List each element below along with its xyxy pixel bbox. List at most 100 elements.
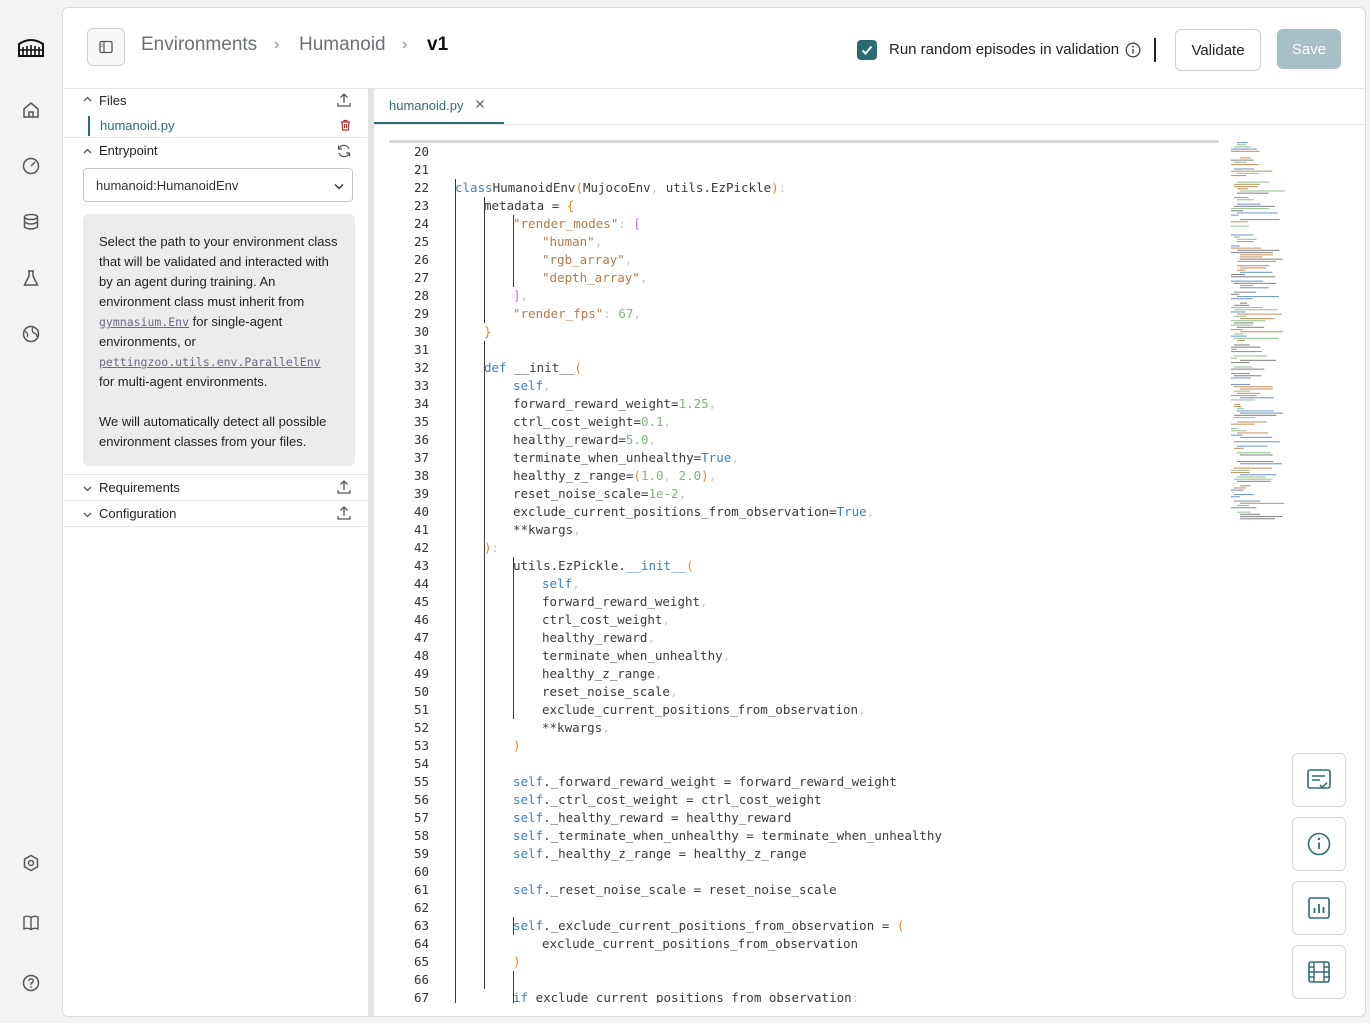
code-minimap[interactable] xyxy=(1223,140,1333,530)
info-icon[interactable] xyxy=(1125,42,1141,63)
minimap-line xyxy=(1240,302,1248,304)
chevron-up-icon[interactable] xyxy=(83,94,92,105)
checklist-icon xyxy=(1307,769,1331,789)
chevron-up-icon[interactable] xyxy=(83,146,92,157)
minimap-line xyxy=(1234,291,1257,293)
minimap-line xyxy=(1237,480,1271,482)
code-line: 40 exclude_current_positions_from_observa… xyxy=(389,503,1219,521)
upload-icon[interactable] xyxy=(336,92,352,111)
minimap-line xyxy=(1234,414,1277,416)
panel-resize-handle[interactable] xyxy=(368,88,374,1016)
file-item[interactable]: humanoid.py xyxy=(88,116,174,136)
minimap-line xyxy=(1234,186,1258,188)
chevron-down-icon[interactable] xyxy=(83,484,92,495)
checklist-button[interactable] xyxy=(1292,753,1346,807)
save-button[interactable]: Save xyxy=(1277,29,1341,69)
minimap-line xyxy=(1237,192,1269,194)
minimap-line xyxy=(1240,412,1284,414)
minimap-line xyxy=(1237,269,1246,271)
settings-hex-icon[interactable] xyxy=(19,851,43,875)
tab-label[interactable]: humanoid.py xyxy=(389,98,463,113)
indent-guide xyxy=(483,341,485,539)
close-icon[interactable] xyxy=(475,97,485,112)
minimap-line xyxy=(1234,487,1246,489)
colosseum-logo-icon[interactable] xyxy=(16,35,46,59)
code-line: 58 self._terminate_when_unhealthy = termi… xyxy=(389,827,1219,845)
minimap-line xyxy=(1234,500,1261,502)
configuration-title[interactable]: Configuration xyxy=(99,506,176,521)
code-text: self, xyxy=(513,378,551,393)
minimap-line xyxy=(1237,326,1265,328)
minimap-line xyxy=(1231,221,1249,223)
code-line: 31 xyxy=(389,341,1219,359)
minimap-line xyxy=(1231,384,1251,386)
divider xyxy=(63,526,367,527)
entrypoint-select[interactable]: humanoid:HumanoidEnv xyxy=(83,168,353,202)
video-button[interactable] xyxy=(1292,945,1346,999)
code-line: 49 healthy_z_range, xyxy=(389,665,1219,683)
minimap-line xyxy=(1231,252,1273,254)
minimap-line xyxy=(1234,197,1249,199)
line-number: 38 xyxy=(413,468,429,483)
home-icon[interactable] xyxy=(19,98,43,122)
minimap-line xyxy=(1234,355,1267,357)
requirements-section[interactable]: Requirements xyxy=(63,475,367,501)
entrypoint-title[interactable]: Entrypoint xyxy=(99,143,158,158)
info-button[interactable] xyxy=(1292,817,1346,871)
minimap-line xyxy=(1231,214,1239,216)
book-icon[interactable] xyxy=(19,911,43,935)
minimap-line xyxy=(1240,397,1274,399)
minimap-line xyxy=(1240,454,1273,456)
minimap-line xyxy=(1237,199,1254,201)
breadcrumb-humanoid[interactable]: Humanoid xyxy=(299,34,386,56)
line-number: 43 xyxy=(413,558,429,573)
minimap-line xyxy=(1237,452,1271,454)
code-text: "render_fps": 67, xyxy=(513,306,641,321)
indent-guide xyxy=(512,917,514,935)
code-line: 38 healthy_z_range=(1.0, 2.0), xyxy=(389,467,1219,485)
metrics-button[interactable] xyxy=(1292,881,1346,935)
database-icon[interactable] xyxy=(19,210,43,234)
line-number: 26 xyxy=(413,252,429,267)
code-text: healthy_reward, xyxy=(542,630,655,645)
random-episodes-checkbox[interactable] xyxy=(857,40,877,60)
flask-icon[interactable] xyxy=(19,266,43,290)
line-number: 36 xyxy=(413,432,429,447)
minimap-line xyxy=(1234,467,1272,469)
minimap-line xyxy=(1231,373,1251,375)
upload-icon[interactable] xyxy=(336,505,352,524)
random-episodes-label[interactable]: Run random episodes in validation xyxy=(889,41,1119,58)
minimap-line xyxy=(1237,476,1266,478)
line-number: 50 xyxy=(413,684,429,699)
breadcrumb-environments[interactable]: Environments xyxy=(141,34,257,56)
help-icon[interactable] xyxy=(19,971,43,995)
tab-humanoid-py[interactable]: humanoid.py xyxy=(374,88,504,124)
gauge-icon[interactable] xyxy=(19,154,43,178)
breadcrumb-version: v1 xyxy=(427,34,449,55)
globe-icon[interactable] xyxy=(19,322,43,346)
minimap-line xyxy=(1231,362,1250,364)
code-editor[interactable]: 20 21 22 classHumanoidEnv(MujocoEnv, utils.… xyxy=(389,140,1219,1003)
trash-icon[interactable] xyxy=(340,119,351,134)
pettingzoo-link[interactable]: pettingzoo.utils.env.ParallelEnv xyxy=(99,355,321,369)
code-text: self._healthy_reward = healthy_reward xyxy=(513,810,792,825)
minimap-line xyxy=(1240,359,1277,361)
line-number: 51 xyxy=(413,702,429,717)
code-text: exclude_current_positions_from_observati… xyxy=(542,702,866,717)
line-number: 21 xyxy=(413,162,429,177)
line-number: 64 xyxy=(413,936,429,951)
files-title[interactable]: Files xyxy=(99,93,126,108)
minimap-line xyxy=(1240,267,1267,269)
code-text: metadata = { xyxy=(484,198,575,213)
line-number: 65 xyxy=(413,954,429,969)
chevron-down-icon[interactable] xyxy=(83,510,92,521)
refresh-icon[interactable] xyxy=(336,143,352,162)
requirements-title[interactable]: Requirements xyxy=(99,480,180,495)
gymnasium-link[interactable]: gymnasium.Env xyxy=(99,315,189,329)
line-number: 40 xyxy=(413,504,429,519)
upload-icon[interactable] xyxy=(336,479,352,498)
configuration-section[interactable]: Configuration xyxy=(63,501,367,527)
file-name[interactable]: humanoid.py xyxy=(100,118,174,133)
sidebar-toggle-button[interactable] xyxy=(87,28,125,66)
validate-button[interactable]: Validate xyxy=(1175,29,1261,71)
